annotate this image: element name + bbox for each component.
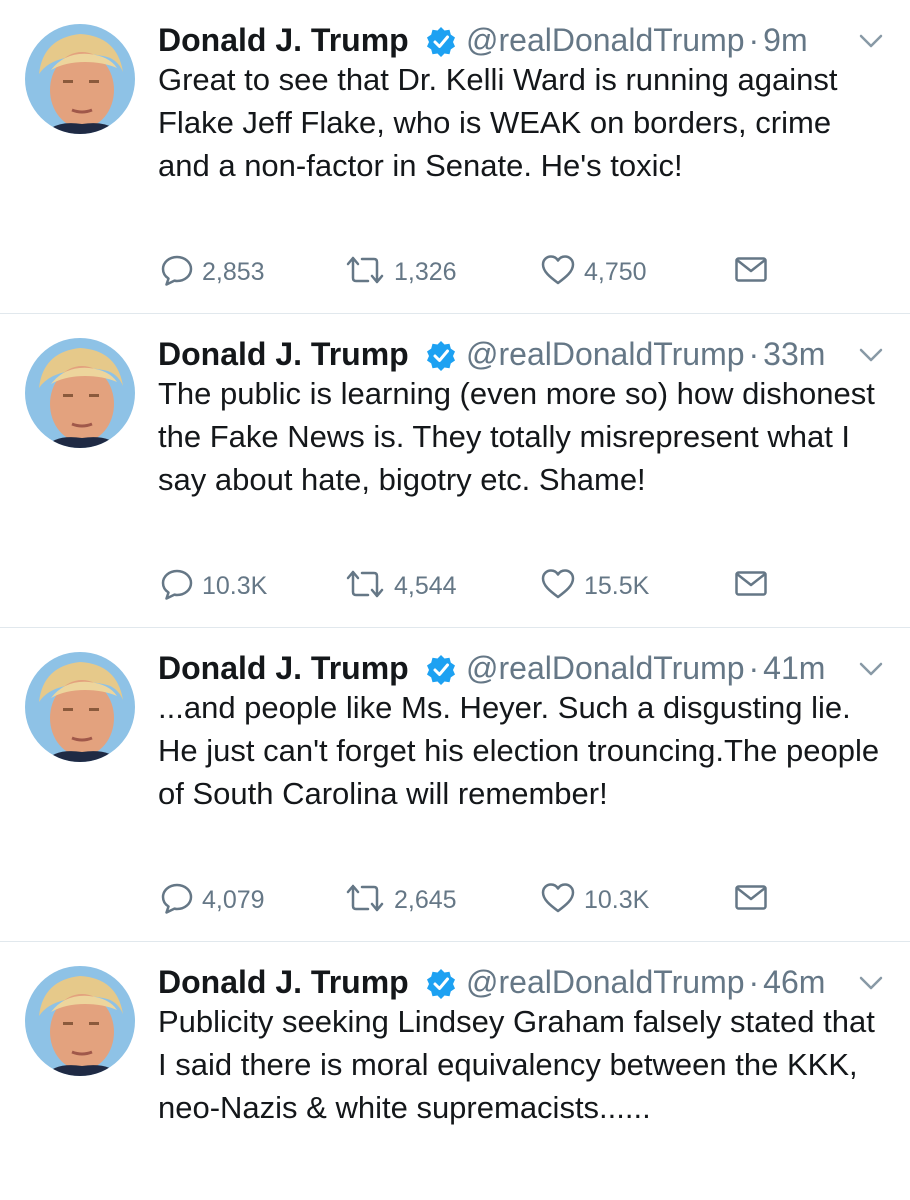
tweet-header: Donald J. Trump @realDonaldTrump · 41m [158,644,898,690]
heart-icon [540,567,576,606]
handle[interactable]: @realDonaldTrump [466,650,745,686]
timestamp[interactable]: 9m [763,22,807,58]
handle-and-time[interactable]: @realDonaldTrump · 41m [466,648,825,688]
handle[interactable]: @realDonaldTrump [466,22,745,58]
reply-icon [160,881,194,920]
direct-message-button[interactable] [734,566,768,606]
tweet[interactable]: Donald J. Trump @realDonaldTrump · 41m ...… [0,628,910,942]
tweet[interactable]: Donald J. Trump @realDonaldTrump · 33m The… [0,314,910,628]
display-name[interactable]: Donald J. Trump [158,334,409,374]
like-count: 15.5K [584,571,650,600]
reply-count: 4,079 [202,885,265,914]
chevron-down-icon[interactable] [858,346,884,364]
tweet-text: ...and people like Ms. Heyer. Such a dis… [158,690,880,811]
tweet-text: The public is learning (even more so) ho… [158,376,875,497]
handle-and-time[interactable]: @realDonaldTrump · 9m [466,20,808,60]
reply-count: 2,853 [202,257,265,286]
tweet-actions: 4,079 2,645 10.3K [160,880,780,920]
handle[interactable]: @realDonaldTrump [466,336,745,372]
verified-badge-icon [425,25,457,57]
retweet-count: 1,326 [394,257,457,286]
tweet-actions: 10.3K 4,544 15.5K [160,566,780,606]
avatar[interactable] [25,652,135,762]
heart-icon [540,881,576,920]
retweet-button[interactable]: 2,645 [344,880,457,920]
reply-icon [160,567,194,606]
tweet-header: Donald J. Trump @realDonaldTrump · 46m [158,958,898,1004]
verified-badge-icon [425,339,457,371]
reply-button[interactable]: 4,079 [160,880,265,920]
tweet-text: Publicity seeking Lindsey Graham falsely… [158,1004,875,1125]
direct-message-button[interactable] [734,252,768,292]
heart-icon [540,253,576,292]
tweet[interactable]: Donald J. Trump @realDonaldTrump · 9m Grea… [0,0,910,314]
timestamp[interactable]: 33m [763,336,825,372]
direct-message-button[interactable] [734,880,768,920]
tweet-feed: Donald J. Trump @realDonaldTrump · 9m Grea… [0,0,910,1200]
separator: · [748,650,760,686]
display-name[interactable]: Donald J. Trump [158,20,409,60]
tweet[interactable]: Donald J. Trump @realDonaldTrump · 46m Pub… [0,942,910,1200]
like-button[interactable]: 15.5K [540,566,649,606]
handle-and-time[interactable]: @realDonaldTrump · 46m [466,962,825,1002]
verified-badge-icon [425,653,457,685]
envelope-icon [734,569,768,604]
tweet-header: Donald J. Trump @realDonaldTrump · 9m [158,16,898,62]
avatar[interactable] [25,24,135,134]
avatar[interactable] [25,338,135,448]
retweet-icon [344,567,386,606]
tweet-actions: 2,853 1,326 4,750 [160,252,780,292]
like-button[interactable]: 10.3K [540,880,649,920]
retweet-icon [344,881,386,920]
timestamp[interactable]: 41m [763,650,825,686]
like-count: 4,750 [584,257,647,286]
handle-and-time[interactable]: @realDonaldTrump · 33m [466,334,825,374]
chevron-down-icon[interactable] [858,660,884,678]
tweet-header: Donald J. Trump @realDonaldTrump · 33m [158,330,898,376]
retweet-icon [344,253,386,292]
retweet-button[interactable]: 4,544 [344,566,457,606]
handle[interactable]: @realDonaldTrump [466,964,745,1000]
like-count: 10.3K [584,885,650,914]
chevron-down-icon[interactable] [858,32,884,50]
retweet-button[interactable]: 1,326 [344,252,457,292]
like-button[interactable]: 4,750 [540,252,647,292]
separator: · [748,22,760,58]
avatar[interactable] [25,966,135,1076]
reply-button[interactable]: 10.3K [160,566,267,606]
display-name[interactable]: Donald J. Trump [158,962,409,1002]
display-name[interactable]: Donald J. Trump [158,648,409,688]
separator: · [748,336,760,372]
separator: · [748,964,760,1000]
reply-icon [160,253,194,292]
retweet-count: 4,544 [394,571,457,600]
envelope-icon [734,255,768,290]
tweet-text: Great to see that Dr. Kelli Ward is runn… [158,62,838,183]
reply-count: 10.3K [202,571,268,600]
verified-badge-icon [425,967,457,999]
chevron-down-icon[interactable] [858,974,884,992]
retweet-count: 2,645 [394,885,457,914]
reply-button[interactable]: 2,853 [160,252,265,292]
timestamp[interactable]: 46m [763,964,825,1000]
envelope-icon [734,883,768,918]
